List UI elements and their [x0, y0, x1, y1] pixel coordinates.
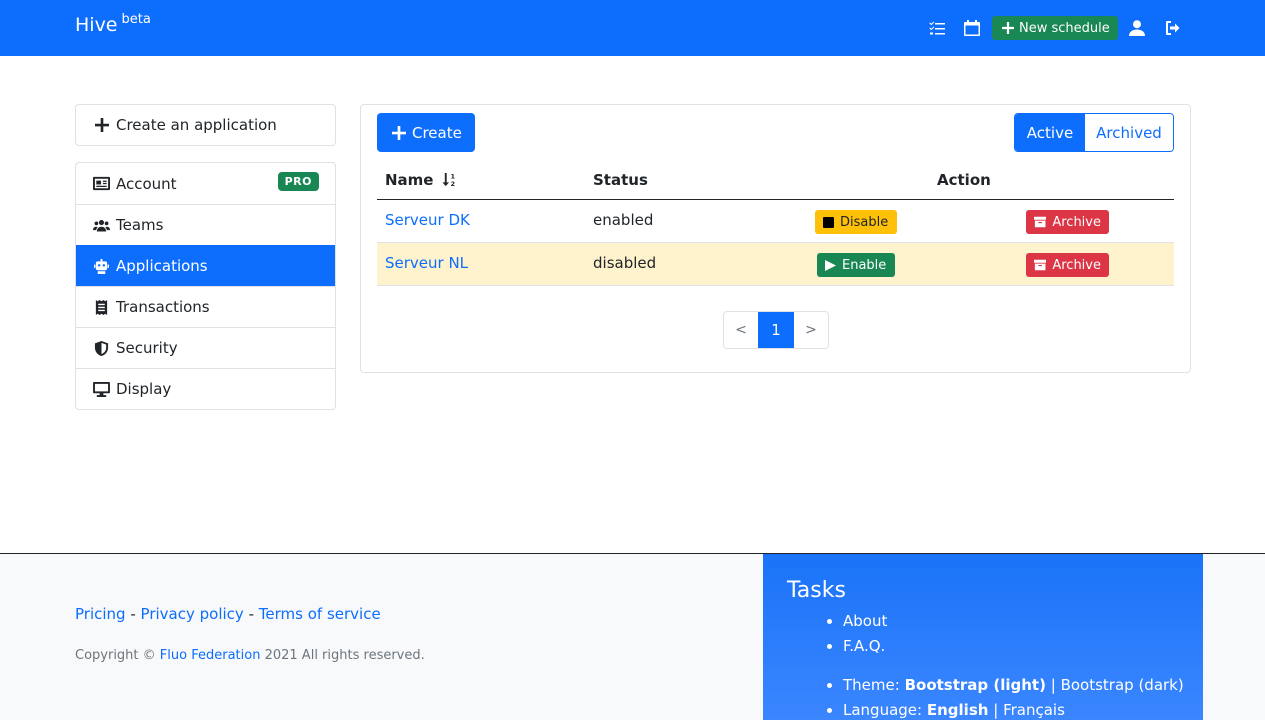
application-link[interactable]: Serveur DK — [385, 211, 470, 229]
monitor-icon — [93, 381, 110, 397]
pagination-next[interactable]: > — [794, 312, 828, 348]
calendar-icon[interactable] — [963, 18, 981, 38]
status-text: enabled — [593, 211, 654, 229]
tasks-item-about[interactable]: About — [843, 609, 1203, 634]
sidebar-item-label: Teams — [116, 216, 164, 234]
receipt-icon — [95, 299, 108, 315]
language-current: English — [926, 701, 989, 719]
copyright: Copyright © Fluo Federation 2021 All rig… — [75, 648, 425, 663]
sidebar-item-label: Account — [116, 174, 177, 193]
copyright-suffix: 2021 All rights reserved. — [264, 648, 425, 663]
id-card-icon — [93, 176, 110, 191]
footer-link-separator: - — [248, 605, 254, 623]
tasks-panel: Tasks About F.A.Q. Theme: Bootstrap (lig… — [763, 554, 1203, 720]
create-label: Create — [412, 123, 462, 142]
filter-active-button[interactable]: Active — [1015, 114, 1085, 151]
users-icon — [93, 219, 110, 231]
language-separator: | — [993, 701, 999, 719]
column-header-action: Action — [937, 171, 991, 189]
filter-archived-button[interactable]: Archived — [1085, 114, 1173, 151]
sidebar-item-account[interactable]: Account PRO — [76, 163, 335, 204]
logout-icon[interactable] — [1164, 18, 1182, 38]
plus-icon — [95, 118, 109, 132]
enable-button[interactable]: Enable — [817, 253, 895, 277]
footer-link-separator: - — [130, 605, 136, 623]
archive-label: Archive — [1052, 257, 1101, 273]
sidebar-item-transactions[interactable]: Transactions — [76, 286, 335, 327]
archive-box-icon — [1034, 216, 1047, 228]
stop-icon — [823, 216, 834, 228]
terms-of-service-link[interactable]: Terms of service — [259, 605, 381, 623]
sidebar-item-label: Transactions — [116, 298, 210, 316]
sort-ascending-icon: 12 — [442, 173, 455, 188]
theme-label: Theme: — [843, 676, 900, 694]
brand-beta: beta — [121, 12, 151, 27]
applications-card: Create Active Archived Name 12 Status Ac… — [360, 104, 1191, 373]
disable-button[interactable]: Disable — [815, 210, 897, 234]
application-link[interactable]: Serveur NL — [385, 254, 468, 272]
plus-icon — [1002, 22, 1014, 34]
tasks-title: Tasks — [787, 578, 846, 603]
robot-icon — [94, 258, 109, 274]
status-text: disabled — [593, 254, 657, 272]
play-icon — [825, 259, 836, 271]
pagination: < 1 > — [723, 311, 829, 349]
archive-button[interactable]: Archive — [1026, 253, 1109, 277]
brand-logo[interactable]: Hive beta — [75, 12, 151, 36]
pagination-current-page[interactable]: 1 — [758, 312, 794, 348]
theme-preference: Theme: Bootstrap (light) | Bootstrap (da… — [843, 673, 1203, 698]
privacy-policy-link[interactable]: Privacy policy — [141, 605, 244, 623]
shield-icon — [94, 340, 109, 356]
user-icon[interactable] — [1128, 18, 1146, 38]
language-preference: Language: English | Français — [843, 698, 1203, 720]
column-header-status: Status — [593, 171, 648, 189]
sidebar-item-security[interactable]: Security — [76, 327, 335, 368]
copyright-prefix: Copyright © — [75, 648, 156, 663]
column-header-name[interactable]: Name 12 — [385, 171, 457, 189]
sidebar-item-display[interactable]: Display — [76, 368, 335, 409]
theme-current: Bootstrap (light) — [904, 676, 1046, 694]
settings-sidebar: Account PRO Teams Applications Transacti… — [75, 162, 336, 410]
svg-text:2: 2 — [450, 180, 455, 187]
preferences-list: Theme: Bootstrap (light) | Bootstrap (da… — [787, 673, 1203, 720]
archive-label: Archive — [1052, 214, 1101, 230]
sidebar-item-applications[interactable]: Applications — [76, 245, 335, 286]
create-button[interactable]: Create — [377, 113, 475, 152]
plus-icon — [392, 125, 406, 140]
pricing-link[interactable]: Pricing — [75, 605, 126, 623]
table-row: Serveur DK enabled Disable Archive — [377, 200, 1174, 243]
table-row: Serveur NL disabled Enable Archive — [377, 243, 1174, 286]
sidebar-item-label: Applications — [116, 257, 208, 275]
sidebar-item-teams[interactable]: Teams — [76, 204, 335, 245]
pro-badge: PRO — [277, 172, 319, 191]
tasks-list: About F.A.Q. — [787, 609, 1203, 659]
create-application-label: Create an application — [116, 116, 277, 134]
theme-separator: | — [1050, 676, 1056, 694]
tasks-list-icon[interactable] — [928, 18, 946, 38]
column-name-label: Name — [385, 171, 434, 189]
sidebar-item-label: Display — [116, 380, 172, 398]
footer-links: Pricing - Privacy policy - Terms of serv… — [75, 605, 381, 623]
tasks-item-faq[interactable]: F.A.Q. — [843, 634, 1203, 659]
new-schedule-label: New schedule — [1019, 20, 1110, 36]
language-french-link[interactable]: Français — [1003, 701, 1065, 719]
new-schedule-button[interactable]: New schedule — [992, 16, 1118, 40]
brand-name: Hive — [75, 14, 118, 36]
disable-label: Disable — [840, 214, 889, 230]
enable-label: Enable — [842, 257, 887, 273]
theme-dark-link[interactable]: Bootstrap (dark) — [1061, 676, 1184, 694]
top-navbar: Hive beta New schedule — [0, 0, 1265, 56]
page-footer: Pricing - Privacy policy - Terms of serv… — [0, 553, 1265, 720]
archive-box-icon — [1034, 259, 1047, 271]
sidebar-item-label: Security — [116, 339, 178, 357]
create-application-button[interactable]: Create an application — [75, 104, 336, 146]
language-label: Language: — [843, 701, 923, 719]
fluo-federation-link[interactable]: Fluo Federation — [160, 648, 261, 663]
archive-button[interactable]: Archive — [1026, 210, 1109, 234]
pagination-prev[interactable]: < — [724, 312, 758, 348]
archive-filter-toggle: Active Archived — [1014, 113, 1174, 152]
